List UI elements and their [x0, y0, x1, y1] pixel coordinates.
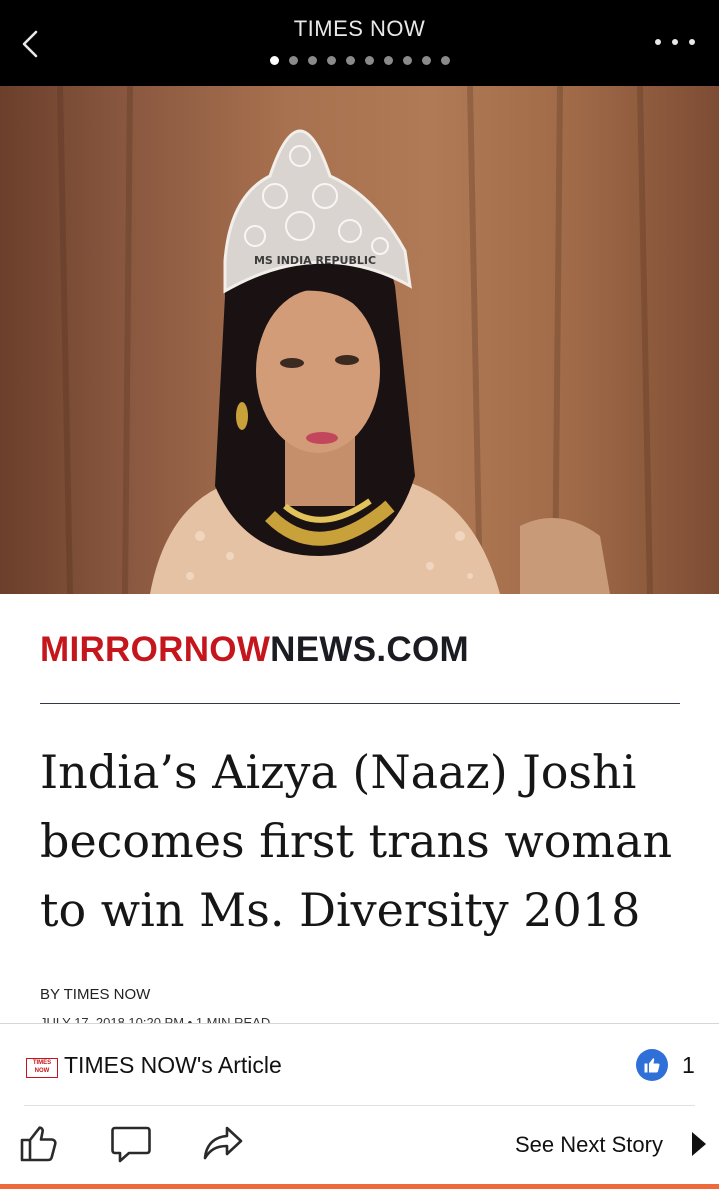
- play-right-icon: [692, 1132, 706, 1156]
- svg-text:MS INDIA REPUBLIC: MS INDIA REPUBLIC: [254, 254, 376, 267]
- page-dot: [421, 56, 431, 65]
- page-dot: [402, 56, 412, 65]
- portrait-illustration: MS INDIA REPUBLIC: [57, 86, 653, 594]
- brand-name-red: MIRRORNOW: [40, 630, 271, 669]
- top-bar: TIMES NOW: [0, 0, 719, 86]
- page-dot: [288, 56, 298, 65]
- like-reaction-badge[interactable]: [636, 1049, 668, 1081]
- article-hero-image: MS INDIA REPUBLIC: [0, 86, 719, 594]
- comment-button[interactable]: [108, 1120, 154, 1166]
- see-next-story-link[interactable]: See Next Story: [515, 1132, 663, 1158]
- page-dot: [269, 56, 279, 65]
- more-horizontal-icon: [655, 39, 661, 45]
- comment-icon: [111, 1126, 151, 1163]
- publisher-logo: MIRRORNOWNEWS.COM: [40, 630, 469, 670]
- share-button[interactable]: [200, 1120, 246, 1166]
- article-byline: BY TIMES NOW: [40, 986, 151, 1003]
- thumbs-up-icon: [20, 1126, 57, 1162]
- page-dot: [307, 56, 317, 65]
- article-dateline: JULY 17, 2018 10:20 PM • 1 MIN READ: [40, 1015, 271, 1023]
- page-title: TIMES NOW: [293, 16, 426, 41]
- brand-name-dark: NEWS.COM: [270, 630, 469, 669]
- article-headline: India’s Aizya (Naaz) Joshi becomes first…: [40, 745, 673, 937]
- share-icon: [203, 1126, 243, 1160]
- thumbs-up-icon: [644, 1058, 660, 1073]
- page-dot: [440, 56, 450, 65]
- page-dot: [345, 56, 355, 65]
- panel-divider: [24, 1105, 695, 1106]
- more-options-button[interactable]: [655, 32, 695, 52]
- like-button[interactable]: [16, 1120, 62, 1166]
- source-logo: TIMES NOW: [26, 1058, 58, 1078]
- page-indicator: [0, 56, 719, 65]
- bottom-panel: TIMES NOW TIMES NOW's Article 1 See Next…: [0, 1023, 719, 1189]
- next-story-arrow[interactable]: [688, 1130, 708, 1158]
- page-dot: [383, 56, 393, 65]
- bottom-accent-bar: [0, 1184, 719, 1189]
- page-dot: [364, 56, 374, 65]
- page-dot: [326, 56, 336, 65]
- like-count: 1: [682, 1052, 695, 1078]
- source-article-link[interactable]: TIMES NOW's Article: [64, 1052, 282, 1079]
- divider: [40, 703, 680, 704]
